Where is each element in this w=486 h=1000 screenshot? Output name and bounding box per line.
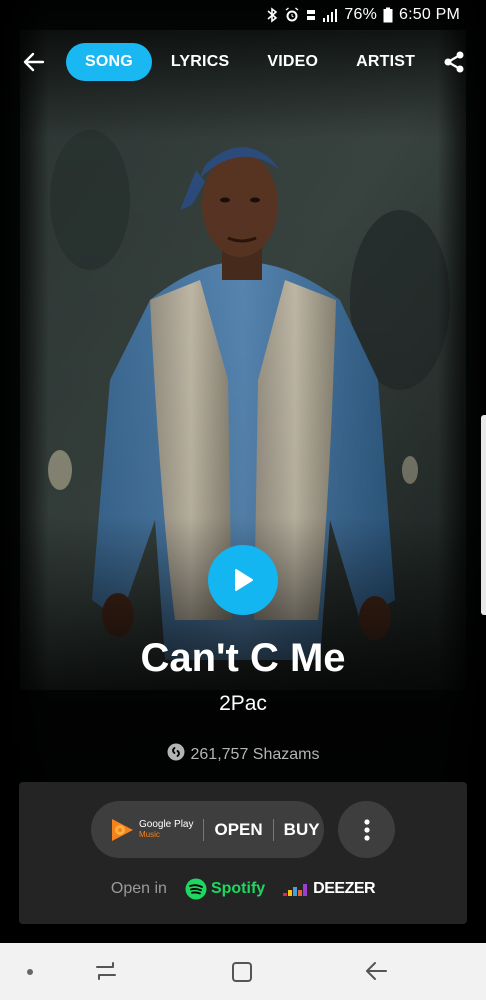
spotify-button[interactable]: Spotify <box>185 878 265 900</box>
recents-icon <box>96 962 116 980</box>
provider-card: Google Play Music OPEN BUY Open in Spoti… <box>19 782 467 924</box>
deezer-button[interactable]: DEEZER <box>283 880 376 898</box>
shazam-icon <box>167 743 185 766</box>
status-bar: 76% 6:50 PM <box>0 0 486 30</box>
open-in-label: Open in <box>110 880 167 897</box>
deezer-icon <box>283 884 308 896</box>
clock: 6:50 PM <box>399 6 460 23</box>
tab-lyrics[interactable]: LYRICS <box>152 43 248 81</box>
system-back-icon <box>366 962 387 980</box>
home-button[interactable] <box>231 961 253 988</box>
system-back-button[interactable] <box>364 960 388 987</box>
divider <box>203 818 205 841</box>
arrow-left-icon <box>23 52 45 72</box>
play-icon <box>235 569 253 591</box>
battery-icon <box>383 7 393 23</box>
bluetooth-icon <box>266 7 278 23</box>
battery-percent: 76% <box>344 6 377 23</box>
deezer-label: DEEZER <box>313 880 376 897</box>
divider <box>272 818 274 841</box>
spotify-icon <box>185 878 207 900</box>
tab-artist[interactable]: ARTIST <box>337 43 432 81</box>
home-icon <box>232 962 252 982</box>
share-button[interactable] <box>436 44 472 80</box>
song-title: Can't C Me <box>140 636 346 680</box>
nav-dot-icon[interactable] <box>27 969 33 975</box>
open-button[interactable]: OPEN <box>214 820 262 840</box>
music-label: Music <box>139 829 160 839</box>
spotify-label: Spotify <box>210 880 266 897</box>
artist-name[interactable]: 2Pac <box>0 692 486 716</box>
back-button[interactable] <box>14 44 54 80</box>
signal-icon <box>322 8 338 22</box>
recents-button[interactable] <box>94 960 118 987</box>
more-vertical-icon <box>363 818 370 841</box>
google-play-music-icon <box>109 817 135 843</box>
play-button[interactable] <box>208 545 278 615</box>
system-nav-bar <box>0 943 486 1000</box>
share-icon <box>444 51 464 73</box>
buy-button[interactable]: BUY <box>284 820 320 840</box>
google-play-music-button[interactable]: Google Play Music OPEN BUY <box>91 801 324 858</box>
lte-icon <box>306 7 316 23</box>
top-nav: SONG LYRICS VIDEO ARTIST <box>0 40 486 84</box>
tab-bar: SONG LYRICS VIDEO ARTIST <box>66 42 432 82</box>
more-options-button[interactable] <box>338 801 395 858</box>
shazam-count: 261,757 Shazams <box>0 743 486 766</box>
shazam-count-text: 261,757 Shazams <box>190 745 320 763</box>
open-in-row: Open in Spotify DEEZER <box>19 878 467 900</box>
google-play-label: Google Play <box>139 819 194 831</box>
edge-panel-handle[interactable] <box>481 415 486 615</box>
alarm-icon <box>284 7 300 23</box>
tab-video[interactable]: VIDEO <box>248 43 337 81</box>
tab-song[interactable]: SONG <box>66 43 152 81</box>
